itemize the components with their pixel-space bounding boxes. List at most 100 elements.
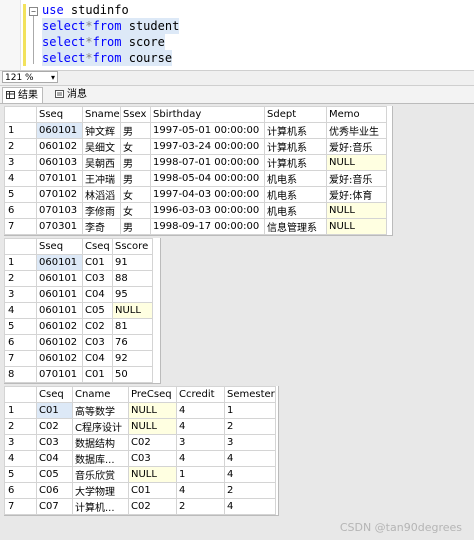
table-cell[interactable]: 91 (112, 254, 153, 271)
table-row[interactable]: 6 070103 李修雨女 1996-03-03 00:00:00 机电系 NULL (4, 202, 387, 219)
table-cell[interactable]: 81 (112, 318, 153, 335)
table-cell[interactable]: 吴朝西 (82, 154, 121, 171)
table-cell[interactable]: 林滔滔 (82, 186, 121, 203)
results-grid-student[interactable]: Sseq Sname Ssex Sbirthday Sdept Memo 1 060101 钟文… (4, 106, 393, 236)
table-cell[interactable]: 060101 (36, 302, 83, 319)
table-cell[interactable]: C04 (36, 450, 73, 467)
table-cell[interactable]: 数据结构 (72, 434, 129, 451)
row-number[interactable]: 4 (4, 302, 37, 319)
table-cell[interactable]: 060101 (36, 286, 83, 303)
table-cell[interactable]: 070101 (36, 170, 83, 187)
table-row[interactable]: 4 C04 数据库... C03 4 4 (4, 450, 276, 467)
table-row[interactable]: 3 060101 C04 95 (4, 286, 153, 303)
table-cell[interactable]: 060102 (36, 138, 83, 155)
table-cell[interactable]: C03 (36, 434, 73, 451)
row-number[interactable]: 7 (4, 350, 37, 367)
table-cell[interactable]: 1997-05-01 00:00:00 (150, 122, 265, 139)
zoom-select[interactable]: 121 % ▾ (2, 71, 58, 83)
table-cell[interactable]: 女 (120, 138, 151, 155)
row-number[interactable]: 3 (4, 154, 37, 171)
column-header[interactable]: Sname (82, 106, 121, 123)
table-cell[interactable]: 1 (224, 402, 276, 419)
row-number[interactable]: 6 (4, 334, 37, 351)
row-number[interactable]: 3 (4, 434, 37, 451)
table-cell[interactable]: 3 (176, 434, 225, 451)
row-number[interactable]: 5 (4, 318, 37, 335)
table-cell[interactable]: 4 (176, 418, 225, 435)
row-number[interactable]: 4 (4, 450, 37, 467)
row-number[interactable]: 1 (4, 122, 37, 139)
column-header[interactable]: PreCseq (128, 386, 177, 403)
row-number[interactable]: 2 (4, 138, 37, 155)
table-row[interactable]: 4 070101 王冲瑞男 1998-05-04 00:00:00 机电系 爱好:音乐 (4, 170, 387, 187)
tab-messages[interactable]: 消息 (52, 87, 91, 102)
table-row[interactable]: 6 C06 大学物理 C01 4 2 (4, 482, 276, 499)
column-header[interactable]: Sbirthday (150, 106, 265, 123)
table-row[interactable]: 6 060102 C03 76 (4, 334, 153, 351)
row-number[interactable]: 5 (4, 186, 37, 203)
table-cell[interactable]: 机电系 (264, 170, 327, 187)
table-cell[interactable]: 060102 (36, 318, 83, 335)
table-cell[interactable]: 大学物理 (72, 482, 129, 499)
table-cell[interactable]: 3 (224, 434, 276, 451)
table-cell[interactable]: NULL (326, 154, 387, 171)
row-number[interactable]: 3 (4, 286, 37, 303)
row-number[interactable]: 1 (4, 254, 37, 271)
table-cell[interactable]: 060103 (36, 154, 83, 171)
table-cell[interactable]: C02 (36, 418, 73, 435)
table-cell[interactable]: 计算机系 (264, 122, 327, 139)
table-cell[interactable]: C04 (82, 286, 113, 303)
table-row[interactable]: 7 060102 C04 92 (4, 350, 153, 367)
column-header[interactable]: Cseq (82, 238, 113, 255)
table-cell[interactable]: NULL (128, 418, 177, 435)
table-cell[interactable]: 060101 (36, 270, 83, 287)
table-row[interactable]: 5 060102 C02 81 (4, 318, 153, 335)
table-cell[interactable]: 1998-05-04 00:00:00 (150, 170, 265, 187)
column-header[interactable] (4, 238, 37, 255)
table-cell[interactable]: 计算机系 (264, 154, 327, 171)
row-number[interactable]: 7 (4, 498, 37, 515)
table-cell[interactable]: C02 (82, 318, 113, 335)
table-row[interactable]: 2 C02 C程序设计 NULL 4 2 (4, 418, 276, 435)
table-cell[interactable]: C02 (128, 434, 177, 451)
table-cell[interactable]: 1997-03-24 00:00:00 (150, 138, 265, 155)
column-header[interactable]: Ssex (120, 106, 151, 123)
table-cell[interactable]: 男 (120, 122, 151, 139)
table-cell[interactable]: 4 (176, 482, 225, 499)
table-cell[interactable]: 爱好:音乐 (326, 170, 387, 187)
table-cell[interactable]: 2 (224, 482, 276, 499)
table-row[interactable]: 2 060101 C03 88 (4, 270, 153, 287)
column-header[interactable]: Ccredit (176, 386, 225, 403)
table-cell[interactable]: 1 (176, 466, 225, 483)
table-row[interactable]: 7 C07 计算机... C02 2 4 (4, 498, 276, 515)
query-editor[interactable]: − use studinfo select*from student selec… (0, 0, 474, 70)
table-cell[interactable]: 76 (112, 334, 153, 351)
table-cell[interactable]: 4 (176, 402, 225, 419)
table-row[interactable]: 5 070102 林滔滔女 1997-04-03 00:00:00 机电系 爱好:体育 (4, 186, 387, 203)
table-cell[interactable]: 4 (224, 498, 276, 515)
column-header[interactable]: Sscore (112, 238, 153, 255)
table-row[interactable]: 4 060101 C05 NULL (4, 302, 153, 319)
table-cell[interactable]: C03 (128, 450, 177, 467)
row-number[interactable]: 6 (4, 482, 37, 499)
table-row[interactable]: 3 060103 吴朝西男 1998-07-01 00:00:00 计算机系 NULL (4, 154, 387, 171)
table-cell[interactable]: 机电系 (264, 186, 327, 203)
table-cell[interactable]: C02 (128, 498, 177, 515)
editor-line-3[interactable]: select*from score (42, 34, 165, 50)
tab-results[interactable]: 结果 (2, 87, 43, 103)
table-cell[interactable]: 1996-03-03 00:00:00 (150, 202, 265, 219)
results-grid-course[interactable]: Cseq Cname PreCseq Ccredit Semester 1 C01 高等数学 N… (4, 386, 279, 516)
table-cell[interactable]: C05 (82, 302, 113, 319)
table-cell[interactable]: 男 (120, 170, 151, 187)
table-cell[interactable]: 50 (112, 366, 153, 383)
column-header[interactable]: Memo (326, 106, 387, 123)
column-header[interactable] (4, 106, 37, 123)
table-cell[interactable]: 计算机... (72, 498, 129, 515)
table-cell[interactable]: 4 (224, 466, 276, 483)
table-cell[interactable]: C03 (82, 334, 113, 351)
row-number[interactable]: 6 (4, 202, 37, 219)
editor-line-1[interactable]: use studinfo (42, 2, 129, 18)
column-header[interactable]: Semester (224, 386, 276, 403)
table-cell[interactable]: 优秀毕业生 (326, 122, 387, 139)
collapse-toggle[interactable]: − (29, 7, 38, 16)
